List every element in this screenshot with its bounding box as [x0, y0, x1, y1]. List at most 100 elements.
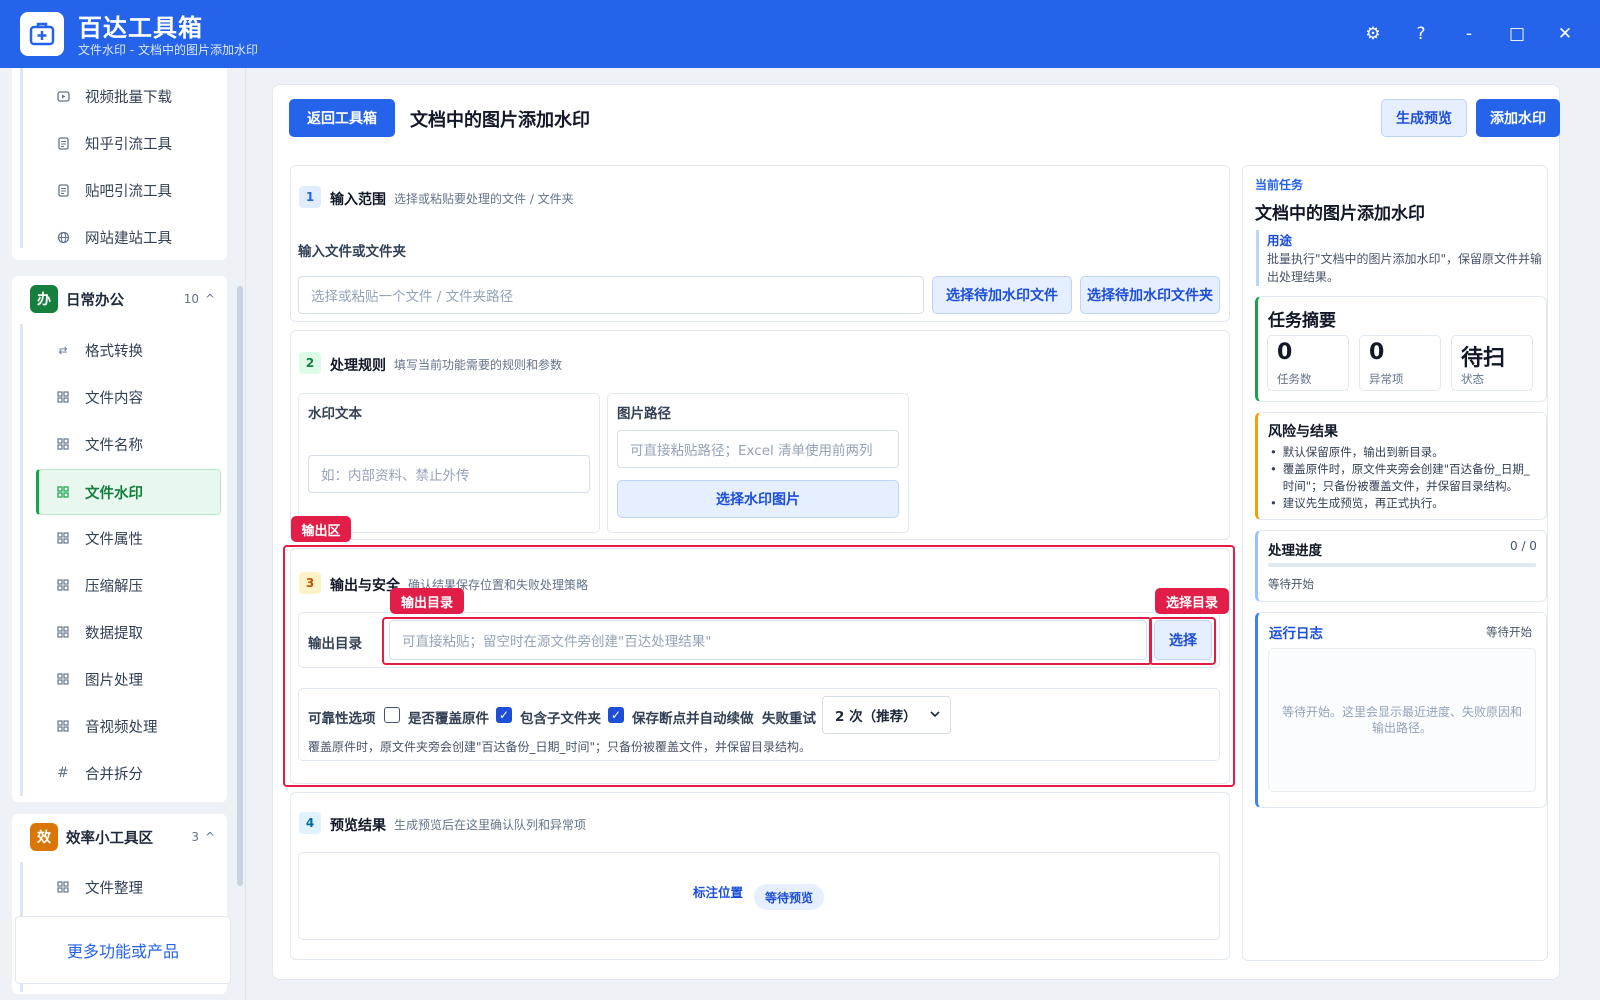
overwrite-label: 是否覆盖原件 — [408, 711, 489, 727]
section-number: 4 — [299, 812, 321, 834]
sidebar-item-label: 文件水印 — [85, 485, 143, 502]
doc-icon — [56, 183, 70, 197]
retry-select[interactable]: 2 次（推荐） — [822, 696, 951, 734]
watermark-text-input[interactable]: 如：内部资料、禁止外传 — [308, 455, 590, 493]
grid-icon — [56, 672, 70, 686]
group-name: 效率小工具区 — [66, 830, 153, 847]
risk-list: • 默认保留原件，输出到新目录。 • 覆盖原件时，原文件夹旁会创建"百达备份_日期_… — [1270, 444, 1538, 512]
close-icon[interactable]: ✕ — [1551, 20, 1579, 48]
minimize-icon[interactable]: - — [1455, 20, 1483, 48]
sidebar-item-label: 文件内容 — [85, 390, 143, 407]
mark-position-link[interactable]: 标注位置 — [693, 882, 743, 901]
sidebar-item-data-extract[interactable]: 数据提取 — [36, 610, 221, 654]
grid-icon — [56, 437, 70, 451]
sidebar-item-merge-split[interactable]: # 合并拆分 — [36, 751, 221, 795]
sidebar-item-image-process[interactable]: 图片处理 — [36, 657, 221, 701]
chevron-up-icon[interactable]: ^ — [205, 292, 215, 306]
more-products-button[interactable]: 更多功能或产品 — [15, 916, 231, 984]
sidebar-item-video-download[interactable]: 视频批量下载 — [36, 74, 221, 118]
page-title: 文档中的图片添加水印 — [410, 110, 590, 131]
sidebar: 视频批量下载 知乎引流工具 贴吧引流工具 网站建站工具 办 日常办公 10 ^ … — [0, 68, 246, 1000]
chevron-up-icon[interactable]: ^ — [205, 830, 215, 844]
run-log-title: 运行日志 — [1269, 626, 1323, 642]
gear-icon[interactable]: ⚙ — [1359, 20, 1387, 48]
image-path-label: 图片路径 — [617, 406, 671, 422]
sidebar-scrollbar[interactable] — [237, 286, 243, 886]
purpose-label: 用途 — [1267, 233, 1293, 248]
globe-icon — [56, 230, 70, 244]
group-count: 10 — [183, 292, 199, 306]
choose-dir-highlight — [1149, 617, 1216, 665]
sidebar-item-file-content[interactable]: 文件内容 — [36, 375, 221, 419]
sidebar-item-website[interactable]: 网站建站工具 — [36, 215, 221, 259]
grid-icon — [56, 485, 70, 499]
sidebar-item-zhihu[interactable]: 知乎引流工具 — [36, 121, 221, 165]
sidebar-item-label: 压缩解压 — [85, 578, 143, 595]
sidebar-tree-line — [20, 324, 23, 796]
input-path-field[interactable]: 选择或粘贴一个文件 / 文件夹路径 — [298, 276, 924, 314]
maximize-icon[interactable]: □ — [1503, 20, 1531, 48]
select-files-button[interactable]: 选择待加水印文件 — [932, 276, 1072, 314]
hash-icon: # — [57, 765, 69, 781]
sidebar-item-label: 网站建站工具 — [85, 230, 172, 247]
section-desc: 选择或粘贴要处理的文件 / 文件夹 — [394, 192, 574, 206]
help-icon[interactable]: ? — [1407, 20, 1435, 48]
sidebar-item-format-convert[interactable]: ⇄ 格式转换 — [36, 328, 221, 372]
overwrite-checkbox[interactable] — [384, 707, 400, 723]
section-number: 1 — [299, 186, 321, 208]
image-path-input[interactable]: 可直接粘贴路径；Excel 清单使用前两列 — [617, 430, 899, 468]
sidebar-group-efficiency[interactable]: 效 效率小工具区 3 ^ — [12, 814, 227, 860]
grid-icon — [56, 531, 70, 545]
chevron-down-icon — [930, 707, 940, 723]
stat-exception-count: 0 异常项 — [1359, 335, 1441, 391]
sidebar-item-tieba[interactable]: 贴吧引流工具 — [36, 168, 221, 212]
sidebar-item-label: 合并拆分 — [85, 766, 143, 783]
output-area-tag: 输出区 — [291, 516, 351, 542]
sidebar-item-label: 文件名称 — [85, 437, 143, 454]
include-subfolders-checkbox[interactable]: ✓ — [496, 707, 512, 723]
select-folder-button[interactable]: 选择待加水印文件夹 — [1080, 276, 1220, 314]
sidebar-item-file-attributes[interactable]: 文件属性 — [36, 516, 221, 560]
resume-label: 保存断点并自动续做 — [632, 711, 754, 727]
reliability-options-label: 可靠性选项 — [308, 711, 376, 727]
select-watermark-image-button[interactable]: 选择水印图片 — [617, 480, 899, 518]
progress-bar-track — [1268, 563, 1536, 567]
preview-status-pill: 等待预览 — [754, 884, 824, 910]
sidebar-tree-line — [20, 68, 23, 248]
grid-icon — [56, 719, 70, 733]
stat-label: 任务数 — [1277, 372, 1312, 386]
progress-title: 处理进度 — [1268, 543, 1322, 559]
back-to-toolbox-button[interactable]: 返回工具箱 — [289, 99, 395, 137]
purpose-text: 批量执行"文档中的图片添加水印"，保留原文件并输出处理结果。 — [1267, 252, 1543, 284]
risk-item-text: 覆盖原件时，原文件夹旁会创建"百达备份_日期_时间"；只备份被覆盖文件，并保留目… — [1282, 462, 1530, 493]
sidebar-item-label: 贴吧引流工具 — [85, 183, 172, 200]
stat-label: 异常项 — [1369, 372, 1404, 386]
efficiency-badge: 效 — [30, 823, 58, 851]
sidebar-item-file-name[interactable]: 文件名称 — [36, 422, 221, 466]
sidebar-item-label: 视频批量下载 — [85, 89, 172, 106]
title-bar: 百达工具箱 文件水印 - 文档中的图片添加水印 ⚙ ? - □ ✕ — [0, 0, 1600, 68]
group-name: 日常办公 — [66, 292, 124, 309]
progress-status: 等待开始 — [1268, 577, 1314, 591]
section-title: 预览结果 — [330, 818, 386, 834]
include-subfolders-label: 包含子文件夹 — [520, 711, 601, 727]
generate-preview-button[interactable]: 生成预览 — [1381, 99, 1467, 137]
sidebar-item-label: 文件属性 — [85, 531, 143, 548]
app-subtitle: 文件水印 - 文档中的图片添加水印 — [78, 43, 258, 57]
sidebar-item-compress[interactable]: 压缩解压 — [36, 563, 221, 607]
sidebar-item-file-watermark[interactable]: 文件水印 — [36, 469, 221, 515]
current-task-label: 当前任务 — [1255, 178, 1304, 192]
choose-dir-tag: 选择目录 — [1155, 588, 1229, 614]
section-desc: 填写当前功能需要的规则和参数 — [394, 358, 563, 372]
sidebar-item-file-organize[interactable]: 文件整理 — [36, 865, 221, 909]
section-title: 输入范围 — [330, 192, 386, 208]
section-number: 3 — [299, 572, 321, 594]
grid-icon — [56, 625, 70, 639]
resume-checkbox[interactable]: ✓ — [608, 707, 624, 723]
sidebar-group-office[interactable]: 办 日常办公 10 ^ — [12, 276, 227, 322]
office-badge: 办 — [30, 285, 58, 313]
app-name: 百达工具箱 — [78, 14, 203, 42]
sidebar-item-audio-video[interactable]: 音视频处理 — [36, 704, 221, 748]
section-desc: 生成预览后在这里确认队列和异常项 — [394, 818, 587, 832]
add-watermark-button[interactable]: 添加水印 — [1476, 99, 1560, 137]
